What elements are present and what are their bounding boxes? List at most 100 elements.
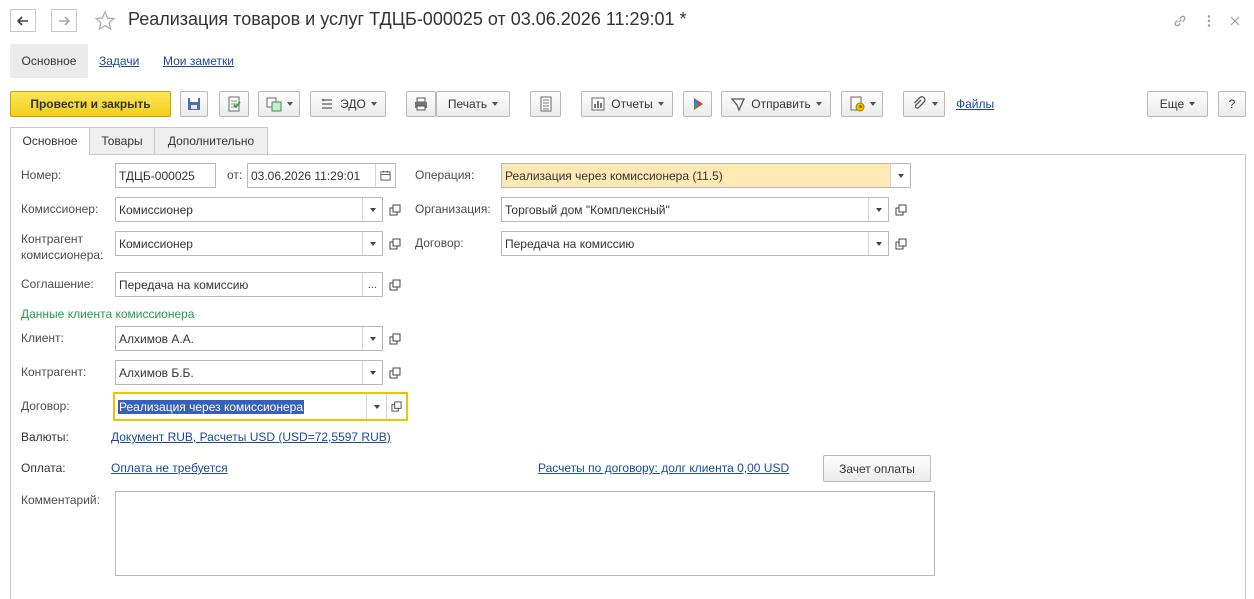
forward-arrow-icon — [59, 15, 71, 26]
date-label: от: — [227, 168, 243, 182]
print-menu-button[interactable]: Печать — [436, 91, 510, 117]
save-button[interactable] — [180, 91, 208, 117]
currency-link[interactable]: Документ RUB, Расчеты USD (USD=72,5597 R… — [111, 430, 391, 444]
print-label: Печать — [447, 97, 488, 111]
back-button[interactable] — [10, 9, 36, 32]
chevron-down-icon[interactable] — [362, 232, 382, 255]
chevron-down-icon — [815, 102, 822, 106]
chevron-down-icon — [370, 102, 377, 106]
help-button[interactable]: ? — [1218, 91, 1246, 117]
counterparty-select[interactable]: Алхимов Б.Б. — [115, 360, 383, 385]
counterparty-comm-value: Комиссионер — [119, 236, 193, 251]
payment-label: Оплата: — [21, 461, 66, 475]
post-document-icon — [228, 96, 241, 112]
reports-label: Отчеты — [611, 97, 653, 111]
open-icon[interactable] — [385, 197, 405, 222]
close-icon[interactable] — [1226, 12, 1244, 30]
chevron-down-icon — [492, 102, 499, 106]
post-and-close-button[interactable]: Провести и закрыть — [10, 91, 171, 117]
contract-value: Передача на комиссию — [505, 236, 635, 251]
currency-label: Валюты: — [21, 430, 69, 444]
agreement-value: Передача на комиссию — [119, 277, 249, 292]
forward-button[interactable] — [51, 9, 77, 32]
calendar-icon[interactable] — [375, 164, 395, 187]
contract-select[interactable]: Передача на комиссию — [501, 231, 889, 256]
chevron-down-icon — [1189, 102, 1196, 106]
back-arrow-icon — [16, 15, 28, 26]
commissioner-label: Комиссионер: — [21, 202, 99, 216]
offset-payment-button[interactable]: Зачет оплаты — [823, 455, 931, 482]
subnav-tasks-link[interactable]: Задачи — [99, 54, 139, 68]
tab-main[interactable]: Основное — [10, 127, 90, 155]
attach-button[interactable] — [903, 91, 945, 117]
counterparty-comm-label-1: Контрагент — [21, 232, 84, 246]
operation-value: Реализация через комиссионера (11.5) — [505, 168, 723, 183]
files-link[interactable]: Файлы — [956, 97, 994, 111]
open-icon[interactable] — [385, 231, 405, 256]
client-contract-value: Реализация через комиссионера — [118, 399, 304, 414]
chevron-down-icon — [286, 102, 293, 106]
post-button[interactable] — [219, 91, 249, 117]
link-icon[interactable] — [1171, 12, 1189, 30]
send-button[interactable]: Отправить — [721, 91, 831, 117]
more-vertical-icon[interactable] — [1200, 12, 1218, 30]
play-share-icon — [693, 98, 703, 110]
subnav-main[interactable]: Основное — [10, 44, 88, 78]
more-button[interactable]: Еще — [1147, 91, 1208, 117]
commissioner-value: Комиссионер — [119, 202, 193, 217]
open-icon[interactable] — [385, 272, 405, 297]
chevron-down-icon — [931, 102, 938, 106]
comment-textarea[interactable] — [115, 491, 935, 576]
structure-button[interactable] — [530, 91, 561, 117]
agreement-field[interactable]: Передача на комиссию ... — [115, 272, 383, 297]
counterparty-comm-label-2: комиссионера: — [21, 248, 104, 262]
edo-icon — [321, 98, 333, 109]
send-label: Отправить — [751, 97, 811, 111]
paperclip-icon — [913, 96, 926, 109]
number-field[interactable]: ТДЦБ-000025 — [115, 163, 216, 188]
chevron-down-icon[interactable] — [868, 198, 888, 221]
number-label: Номер: — [21, 168, 62, 182]
reports-button[interactable]: Отчеты — [581, 91, 673, 117]
chevron-down-icon[interactable] — [868, 232, 888, 255]
star-icon[interactable] — [94, 10, 116, 32]
open-icon[interactable] — [385, 326, 405, 351]
tasks-menu-button[interactable] — [841, 91, 883, 117]
document-list-icon — [540, 96, 551, 112]
counterparty-value: Алхимов Б.Б. — [119, 365, 194, 380]
print-icon-button[interactable] — [406, 91, 436, 117]
settlements-link[interactable]: Расчеты по договору: долг клиента 0,00 U… — [538, 461, 789, 475]
help-label: ? — [1228, 97, 1236, 111]
edo-label: ЭДО — [340, 97, 366, 111]
chevron-down-icon[interactable] — [366, 394, 386, 419]
open-icon[interactable] — [385, 360, 405, 385]
tab-goods[interactable]: Товары — [89, 127, 155, 155]
ellipsis-icon[interactable]: ... — [362, 273, 382, 296]
counterparty-label: Контрагент: — [21, 365, 87, 379]
create-based-on-button[interactable] — [258, 91, 300, 117]
payment-link[interactable]: Оплата не требуется — [111, 461, 228, 475]
open-icon[interactable] — [891, 231, 911, 256]
client-section-header: Данные клиента комиссионера — [21, 307, 195, 321]
operation-select[interactable]: Реализация через комиссионера (11.5) — [501, 163, 911, 188]
commissioner-select[interactable]: Комиссионер — [115, 197, 383, 222]
open-icon[interactable] — [891, 197, 911, 222]
client-contract-label: Договор: — [21, 399, 70, 413]
tab-additional[interactable]: Дополнительно — [154, 127, 268, 155]
page-title: Реализация товаров и услуг ТДЦБ-000025 о… — [128, 9, 687, 29]
chevron-down-icon[interactable] — [890, 164, 910, 187]
more-label: Еще — [1159, 97, 1185, 111]
chevron-down-icon[interactable] — [362, 198, 382, 221]
subnav-notes-link[interactable]: Мои заметки — [163, 54, 234, 68]
organization-select[interactable]: Торговый дом "Комплексный" — [501, 197, 889, 222]
open-icon[interactable] — [386, 394, 406, 419]
chevron-down-icon[interactable] — [362, 361, 382, 384]
counterparty-comm-select[interactable]: Комиссионер — [115, 231, 383, 256]
yandex-send-button[interactable] — [683, 91, 712, 117]
client-select[interactable]: Алхимов А.А. — [115, 326, 383, 351]
client-contract-select[interactable]: Реализация через комиссионера — [113, 392, 408, 421]
chevron-down-icon[interactable] — [362, 327, 382, 350]
date-field[interactable]: 03.06.2026 11:29:01 — [247, 163, 396, 188]
edo-button[interactable]: ЭДО — [310, 91, 386, 117]
post-and-close-label: Провести и закрыть — [30, 97, 151, 111]
